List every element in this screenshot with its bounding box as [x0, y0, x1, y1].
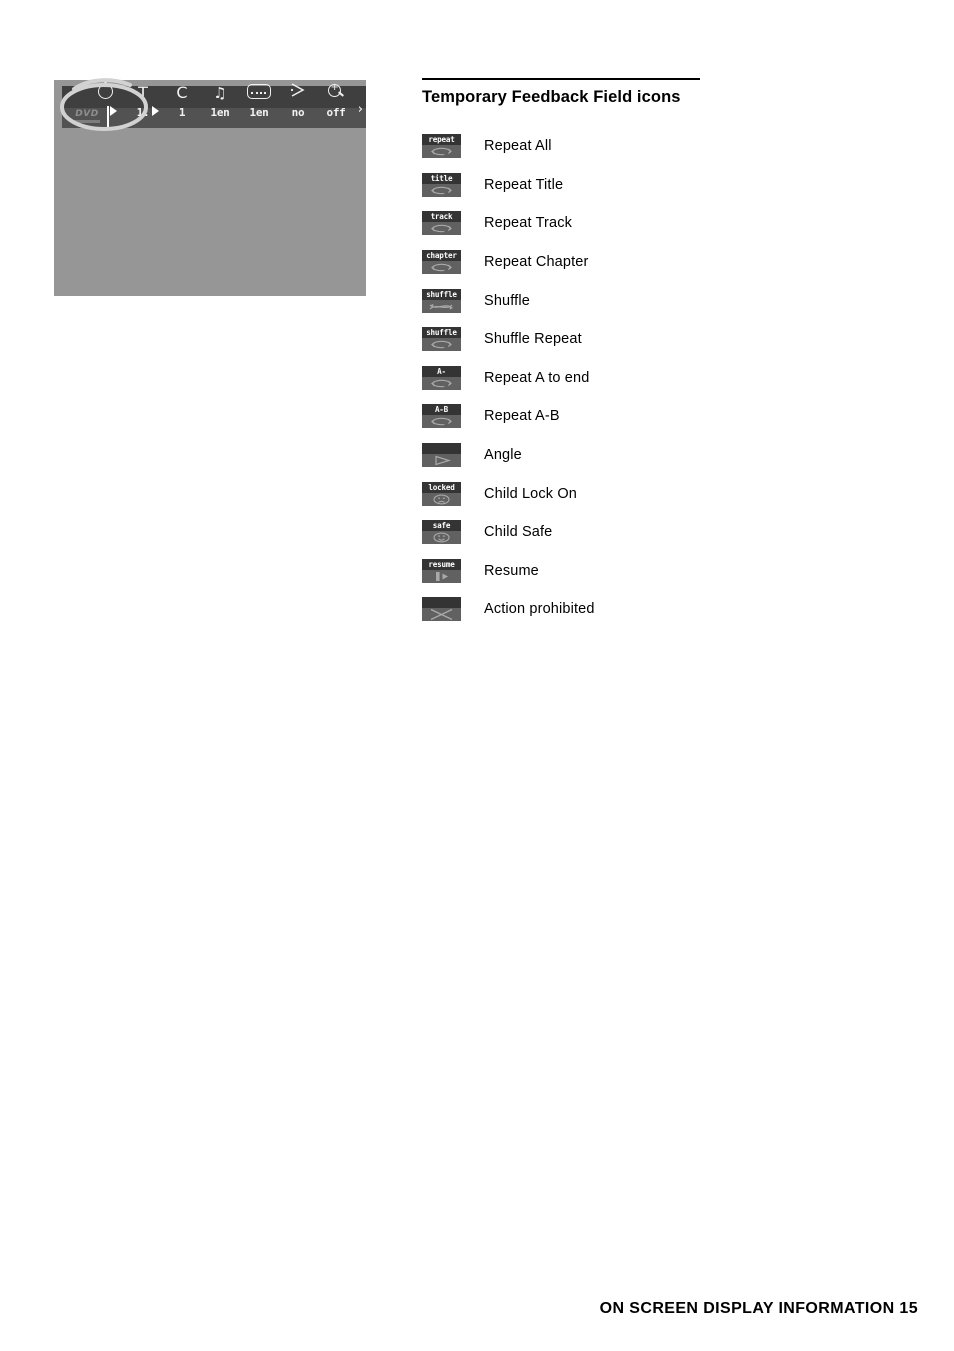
- feedback-icon-loop: track: [422, 211, 461, 236]
- page-footer: ON SCREEN DISPLAY INFORMATION 15: [599, 1300, 918, 1317]
- magnifier-icon: [313, 82, 359, 104]
- feedback-icon-row: Action prohibited: [422, 590, 892, 629]
- prohibited-cross-icon: [430, 609, 453, 621]
- osd-cell-zoom[interactable]: off: [313, 82, 359, 122]
- feedback-icon-row: shuffle Shuffle: [422, 281, 892, 320]
- feedback-icon-glyph: [422, 261, 461, 274]
- feedback-icon-glyph: [422, 608, 461, 621]
- feedback-icon-loop: chapter: [422, 250, 461, 275]
- feedback-icon-row: shuffle Shuffle Repeat: [422, 320, 892, 359]
- osd-next-arrow-icon[interactable]: ›: [358, 102, 363, 117]
- shuffle-arrows-icon: [429, 303, 453, 310]
- osd-cell-zoom-value: off: [326, 106, 346, 119]
- feedback-icon-glyph: [422, 300, 461, 313]
- feedback-icon-loop: A-: [422, 365, 461, 390]
- feedback-icon-glyph: [422, 454, 461, 467]
- feedback-icon-glyph: [422, 570, 461, 583]
- feedback-icon-row: chapter Repeat Chapter: [422, 243, 892, 282]
- feedback-icon-glyph: [422, 184, 461, 197]
- feedback-icon-list: repeat Repeat All title Repeat Title track Re…: [422, 127, 892, 629]
- loop-arrow-icon: [431, 263, 452, 272]
- feedback-icon-badge-text: A-B: [422, 404, 461, 416]
- feedback-icon-label: Repeat Chapter: [484, 254, 589, 271]
- loop-arrow-icon: [431, 418, 452, 426]
- feedback-icon-glyph: [422, 377, 461, 390]
- feedback-icon-label: Repeat All: [484, 138, 552, 155]
- feedback-icon-label: Repeat A-B: [484, 408, 560, 425]
- osd-screen-illustration: DVD T 1: C 1 ♫ 1en 1en no + off ›: [54, 78, 366, 296]
- feedback-icon-badge-text: safe: [422, 520, 461, 532]
- smiley-face-icon: [433, 532, 450, 543]
- feedback-icon-row: title Repeat Title: [422, 166, 892, 205]
- angle-icon-svg: [290, 83, 305, 97]
- feedback-icon-loop: title: [422, 172, 461, 197]
- feedback-icon-label: Repeat A to end: [484, 369, 590, 386]
- feedback-icon-badge-text: repeat: [422, 134, 461, 146]
- feedback-icon-label: Action prohibited: [484, 601, 595, 618]
- feedback-icon-play: [422, 443, 461, 468]
- feedback-icon-badge-text: chapter: [422, 250, 461, 262]
- loop-arrow-icon: [431, 379, 452, 388]
- feedback-icon-label: Resume: [484, 562, 539, 579]
- feedback-icon-badge-text: locked: [422, 481, 461, 493]
- loop-arrow-icon: [431, 148, 452, 156]
- feedback-icon-row: A- Repeat A to end: [422, 359, 892, 398]
- feedback-icon-loop: repeat: [422, 134, 461, 159]
- feedback-icon-row: safe Child Safe: [422, 513, 892, 552]
- play-triangle-icon: [435, 455, 452, 466]
- loop-arrow-icon: [431, 186, 452, 195]
- feedback-icon-row: resume Resume: [422, 552, 892, 591]
- feedback-icon-badge-text: track: [422, 211, 461, 223]
- feedback-icons-section: Temporary Feedback Field icons repeat Rep…: [422, 78, 892, 629]
- feedback-icon-glyph: [422, 531, 461, 544]
- feedback-icon-glyph: [422, 338, 461, 351]
- feedback-icon-glyph: [422, 493, 461, 506]
- feedback-icon-row: track Repeat Track: [422, 204, 892, 243]
- feedback-icon-row: locked Child Lock On: [422, 474, 892, 513]
- osd-cursor-triangle-2: [152, 106, 159, 116]
- feedback-icon-badge-text: resume: [422, 558, 461, 570]
- feedback-icon-glyph: [422, 145, 461, 158]
- feedback-icon-label: Repeat Title: [484, 176, 564, 193]
- feedback-icon-label: Repeat Track: [484, 215, 573, 232]
- osd-cursor-triangle-1: [110, 106, 117, 116]
- feedback-icon-sadface: locked: [422, 481, 461, 506]
- feedback-icon-shuffle: shuffle: [422, 288, 461, 313]
- feedback-icon-row: Angle: [422, 436, 892, 475]
- feedback-icon-badge-text: shuffle: [422, 288, 461, 300]
- feedback-icon-label: Angle: [484, 447, 522, 464]
- sad-face-icon: [433, 494, 450, 505]
- feedback-icon-resume: resume: [422, 558, 461, 583]
- feedback-icon-badge-text: title: [422, 172, 461, 184]
- feedback-icon-badge-text: A-: [422, 365, 461, 377]
- page-title: Temporary Feedback Field icons: [422, 88, 681, 106]
- loop-arrow-icon: [431, 225, 452, 233]
- feedback-icon-label: Child Safe: [484, 524, 553, 541]
- feedback-icon-label: Shuffle Repeat: [484, 331, 582, 348]
- feedback-icon-row: repeat Repeat All: [422, 127, 892, 166]
- loop-arrow-icon: [431, 341, 452, 349]
- feedback-icon-badge-text: [422, 597, 461, 609]
- feedback-icon-badge-text: [422, 443, 461, 455]
- resume-playback-icon: [436, 571, 448, 581]
- feedback-icon-cross: [422, 597, 461, 622]
- feedback-icon-smiley: safe: [422, 520, 461, 545]
- feedback-icon-row: A-B Repeat A-B: [422, 397, 892, 436]
- feedback-icon-label: Shuffle: [484, 292, 530, 309]
- section-divider: [422, 78, 700, 80]
- feedback-icon-loop: A-B: [422, 404, 461, 429]
- feedback-icon-label: Child Lock On: [484, 485, 578, 502]
- feedback-icon-glyph: [422, 415, 461, 428]
- feedback-icon-glyph: [422, 222, 461, 235]
- feedback-icon-badge-text: shuffle: [422, 327, 461, 339]
- feedback-icon-loop: shuffle: [422, 327, 461, 352]
